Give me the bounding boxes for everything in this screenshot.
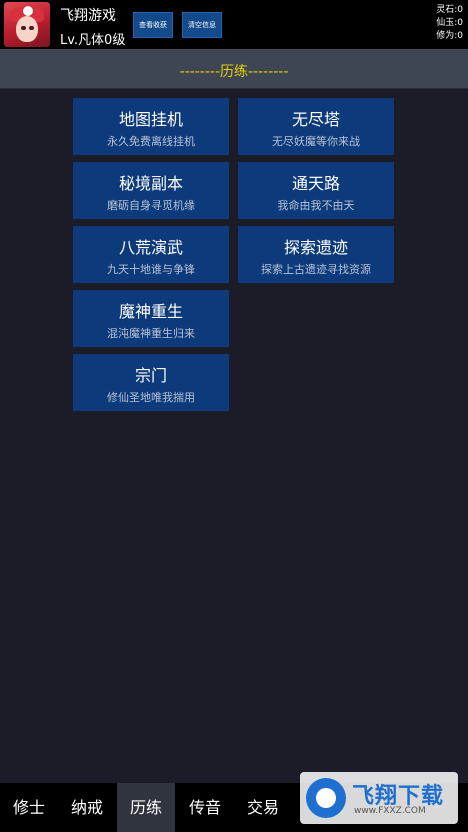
avatar-eye-right — [29, 26, 34, 30]
tile-subtitle: 我命由我不由天 — [277, 199, 355, 212]
tile-subtitle: 永久免费离线挂机 — [107, 135, 195, 148]
clear-info-button[interactable]: 清空信息 — [182, 12, 222, 38]
nav-trade[interactable]: 交易 — [234, 783, 292, 832]
tile-heaven-road[interactable]: 通天路 我命由我不由天 — [238, 162, 394, 219]
tile-subtitle: 探索上古遗迹寻找资源 — [261, 263, 371, 276]
tile-explore-ruins[interactable]: 探索遗迹 探索上古遗迹寻找资源 — [238, 226, 394, 283]
player-avatar[interactable] — [4, 2, 50, 47]
tile-subtitle: 混沌魔神重生归来 — [107, 327, 195, 340]
avatar-eye-left — [21, 26, 26, 30]
nav-cultivator[interactable]: 修士 — [0, 783, 58, 832]
tile-subtitle: 修仙圣地唯我揣用 — [107, 391, 195, 404]
watermark: 飞翔下载 www.FXXZ.COM — [300, 772, 458, 824]
tile-subtitle: 无尽妖魔等你来战 — [272, 135, 360, 148]
section-title: --------历练-------- — [179, 64, 289, 80]
resource-panel: 灵石:0 仙玉:0 修为:0 — [436, 4, 463, 43]
avatar-face — [16, 16, 38, 42]
nav-ring[interactable]: 纳戒 — [58, 783, 116, 832]
tile-sect[interactable]: 宗门 修仙圣地唯我揣用 — [73, 354, 229, 411]
nav-training[interactable]: 历练 — [117, 783, 175, 832]
view-harvest-button[interactable]: 查看收获 — [133, 12, 173, 38]
nav-message[interactable]: 传音 — [176, 783, 234, 832]
player-name: 飞翔游戏 — [60, 8, 116, 24]
resource-cultivation: 修为:0 — [436, 31, 463, 41]
tile-secret-dungeon[interactable]: 秘境副本 磨砺自身寻觅机缘 — [73, 162, 229, 219]
tile-title: 通天路 — [291, 174, 340, 193]
tile-endless-tower[interactable]: 无尽塔 无尽妖魔等你来战 — [238, 98, 394, 155]
top-bar: 飞翔游戏 Lv.凡体0级 查看收获 清空信息 灵石:0 仙玉:0 修为:0 — [0, 0, 468, 49]
tile-title: 魔神重生 — [118, 302, 183, 321]
resource-immortal-jade: 仙玉:0 — [436, 18, 463, 28]
tile-martial-arena[interactable]: 八荒演武 九天十地谁与争锋 — [73, 226, 229, 283]
tile-map-idle[interactable]: 地图挂机 永久免费离线挂机 — [73, 98, 229, 155]
tile-title: 宗门 — [134, 366, 167, 385]
watermark-logo-icon — [306, 778, 346, 818]
tile-demon-rebirth[interactable]: 魔神重生 混沌魔神重生归来 — [73, 290, 229, 347]
tile-title: 无尽塔 — [291, 110, 340, 129]
tile-subtitle: 九天十地谁与争锋 — [107, 263, 195, 276]
tile-subtitle: 磨砺自身寻觅机缘 — [107, 199, 195, 212]
tile-title: 探索遗迹 — [283, 238, 348, 257]
resource-spirit-stone: 灵石:0 — [436, 5, 463, 15]
tile-title: 八荒演武 — [118, 238, 183, 257]
section-header: --------历练-------- — [0, 49, 468, 89]
tile-title: 秘境副本 — [118, 174, 183, 193]
tile-title: 地图挂机 — [118, 110, 183, 129]
watermark-url: www.FXXZ.COM — [354, 806, 426, 816]
player-level: Lv.凡体0级 — [60, 33, 126, 48]
